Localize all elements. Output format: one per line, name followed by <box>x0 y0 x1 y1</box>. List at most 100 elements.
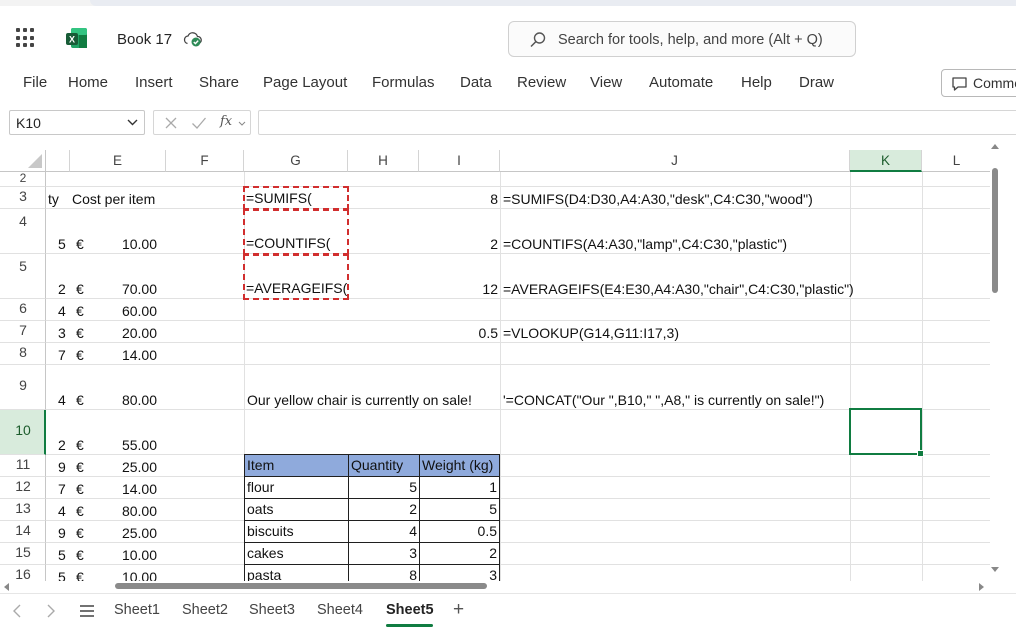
row-header-2[interactable]: 2 <box>0 171 46 187</box>
row-header-9[interactable]: 9 <box>0 365 46 410</box>
cell-i7[interactable]: 0.5 <box>419 324 498 342</box>
cell-e4[interactable]: 10.00 <box>70 235 157 253</box>
table-cell-item[interactable]: flour <box>244 476 349 499</box>
horizontal-scrollbar[interactable] <box>0 579 990 593</box>
menu-data[interactable]: Data <box>460 74 492 91</box>
chevron-down-icon[interactable] <box>238 121 246 126</box>
cell-e13[interactable]: 80.00 <box>70 502 157 520</box>
column-header-j[interactable]: J <box>500 150 850 172</box>
table-cell-quantity[interactable]: 3 <box>348 542 420 565</box>
menu-view[interactable]: View <box>590 74 622 91</box>
search-box[interactable]: Search for tools, help, and more (Alt + … <box>508 21 856 57</box>
cell-d11[interactable]: 9 <box>58 458 66 476</box>
table-cell-item[interactable]: cakes <box>244 542 349 565</box>
cell-d13[interactable]: 4 <box>58 502 66 520</box>
row-header-6[interactable]: 6 <box>0 299 46 321</box>
cell-e9[interactable]: 80.00 <box>70 391 157 409</box>
cell-g3[interactable]: =SUMIFS( <box>243 186 349 210</box>
sheet-tab-4[interactable]: Sheet4 <box>317 602 363 618</box>
row-header-14[interactable]: 14 <box>0 521 46 543</box>
cell-d8[interactable]: 7 <box>58 346 66 364</box>
cell-d4[interactable]: 5 <box>58 235 66 253</box>
row-header-4[interactable]: 4 <box>0 209 46 254</box>
active-cell-k10[interactable] <box>849 408 924 457</box>
cell-i3[interactable]: 8 <box>419 190 498 208</box>
previous-sheet-icon[interactable] <box>12 604 22 618</box>
cloud-saved-icon[interactable] <box>183 30 203 48</box>
cell-e7[interactable]: 20.00 <box>70 324 157 342</box>
table-header-item[interactable]: Item <box>244 454 349 477</box>
table-cell-weight[interactable]: 2 <box>419 542 500 565</box>
document-title[interactable]: Book 17 <box>117 31 172 48</box>
menu-automate[interactable]: Automate <box>649 74 713 91</box>
cell-e6[interactable]: 60.00 <box>70 302 157 320</box>
row-header-7[interactable]: 7 <box>0 321 46 343</box>
next-sheet-icon[interactable] <box>46 604 56 618</box>
scroll-left-icon[interactable] <box>2 582 10 592</box>
cell-e10[interactable]: 55.00 <box>70 436 157 454</box>
table-header-weight[interactable]: Weight (kg) <box>419 454 500 477</box>
cell-d7[interactable]: 3 <box>58 324 66 342</box>
horizontal-scroll-thumb[interactable] <box>115 583 487 589</box>
cancel-icon[interactable] <box>164 116 178 130</box>
cell-e14[interactable]: 25.00 <box>70 524 157 542</box>
menu-draw[interactable]: Draw <box>799 74 834 91</box>
cell-j9[interactable]: '=CONCAT("Our ",B10," ",A8," is currentl… <box>503 391 824 409</box>
cell-e3[interactable]: Cost per item <box>72 190 155 208</box>
row-header-10[interactable]: 10 <box>0 410 46 455</box>
cell-d9[interactable]: 4 <box>58 391 66 409</box>
cell-g4[interactable]: =COUNTIFS( <box>243 209 349 255</box>
cell-j7[interactable]: =VLOOKUP(G14,G11:I17,3) <box>503 324 679 342</box>
row-header-3[interactable]: 3 <box>0 187 46 209</box>
menu-home[interactable]: Home <box>68 74 108 91</box>
cell-i4[interactable]: 2 <box>419 235 498 253</box>
column-header-h[interactable]: H <box>348 150 419 172</box>
add-sheet-button[interactable]: + <box>453 599 464 621</box>
scroll-down-icon[interactable] <box>990 566 1000 574</box>
cell-e12[interactable]: 14.00 <box>70 480 157 498</box>
cell-j5[interactable]: =AVERAGEIFS(E4:E30,A4:A30,"chair",C4:C30… <box>503 280 854 298</box>
cell-j4[interactable]: =COUNTIFS(A4:A30,"lamp",C4:C30,"plastic"… <box>503 235 787 253</box>
comments-button[interactable]: Comments <box>941 69 1016 97</box>
sheet-tab-3[interactable]: Sheet3 <box>249 602 295 618</box>
table-cell-weight[interactable]: 5 <box>419 498 500 521</box>
menu-formulas[interactable]: Formulas <box>372 74 435 91</box>
table-cell-item[interactable]: biscuits <box>244 520 349 543</box>
menu-share[interactable]: Share <box>199 74 239 91</box>
table-cell-quantity[interactable]: 2 <box>348 498 420 521</box>
column-header-k[interactable]: K <box>850 150 922 172</box>
menu-insert[interactable]: Insert <box>135 74 173 91</box>
cell-d10[interactable]: 2 <box>58 436 66 454</box>
row-header-15[interactable]: 15 <box>0 543 46 565</box>
menu-file[interactable]: File <box>23 74 47 91</box>
sheet-tab-2[interactable]: Sheet2 <box>182 602 228 618</box>
cell-e8[interactable]: 14.00 <box>70 346 157 364</box>
table-cell-item[interactable]: oats <box>244 498 349 521</box>
table-cell-quantity[interactable]: 4 <box>348 520 420 543</box>
row-header-8[interactable]: 8 <box>0 343 46 365</box>
sheet-tab-1[interactable]: Sheet1 <box>114 602 160 618</box>
column-header-l[interactable]: L <box>922 150 990 172</box>
column-header-e[interactable]: E <box>70 150 166 172</box>
column-header-i[interactable]: I <box>419 150 500 172</box>
spreadsheet-grid[interactable]: E F G H I J K L 2 3 4 5 6 7 8 9 10 11 12… <box>0 150 990 581</box>
name-box[interactable]: K10 <box>9 110 145 135</box>
menu-help[interactable]: Help <box>741 74 772 91</box>
cell-g5[interactable]: =AVERAGEIFS( <box>243 254 349 300</box>
enter-check-icon[interactable] <box>191 116 207 130</box>
cell-d12[interactable]: 7 <box>58 480 66 498</box>
cell-e5[interactable]: 70.00 <box>70 280 157 298</box>
column-header-d[interactable] <box>46 150 70 172</box>
cell-e15[interactable]: 10.00 <box>70 546 157 564</box>
column-header-f[interactable]: F <box>166 150 244 172</box>
row-header-12[interactable]: 12 <box>0 477 46 499</box>
app-launcher-icon[interactable] <box>16 28 36 48</box>
table-cell-weight[interactable]: 1 <box>419 476 500 499</box>
cell-g9[interactable]: Our yellow chair is currently on sale! <box>247 391 472 409</box>
cell-d3[interactable]: ty <box>48 190 59 208</box>
all-sheets-menu-icon[interactable] <box>79 605 95 617</box>
row-header-5[interactable]: 5 <box>0 254 46 299</box>
insert-function-icon[interactable]: fx <box>220 114 232 129</box>
cell-d15[interactable]: 5 <box>58 546 66 564</box>
cell-e11[interactable]: 25.00 <box>70 458 157 476</box>
